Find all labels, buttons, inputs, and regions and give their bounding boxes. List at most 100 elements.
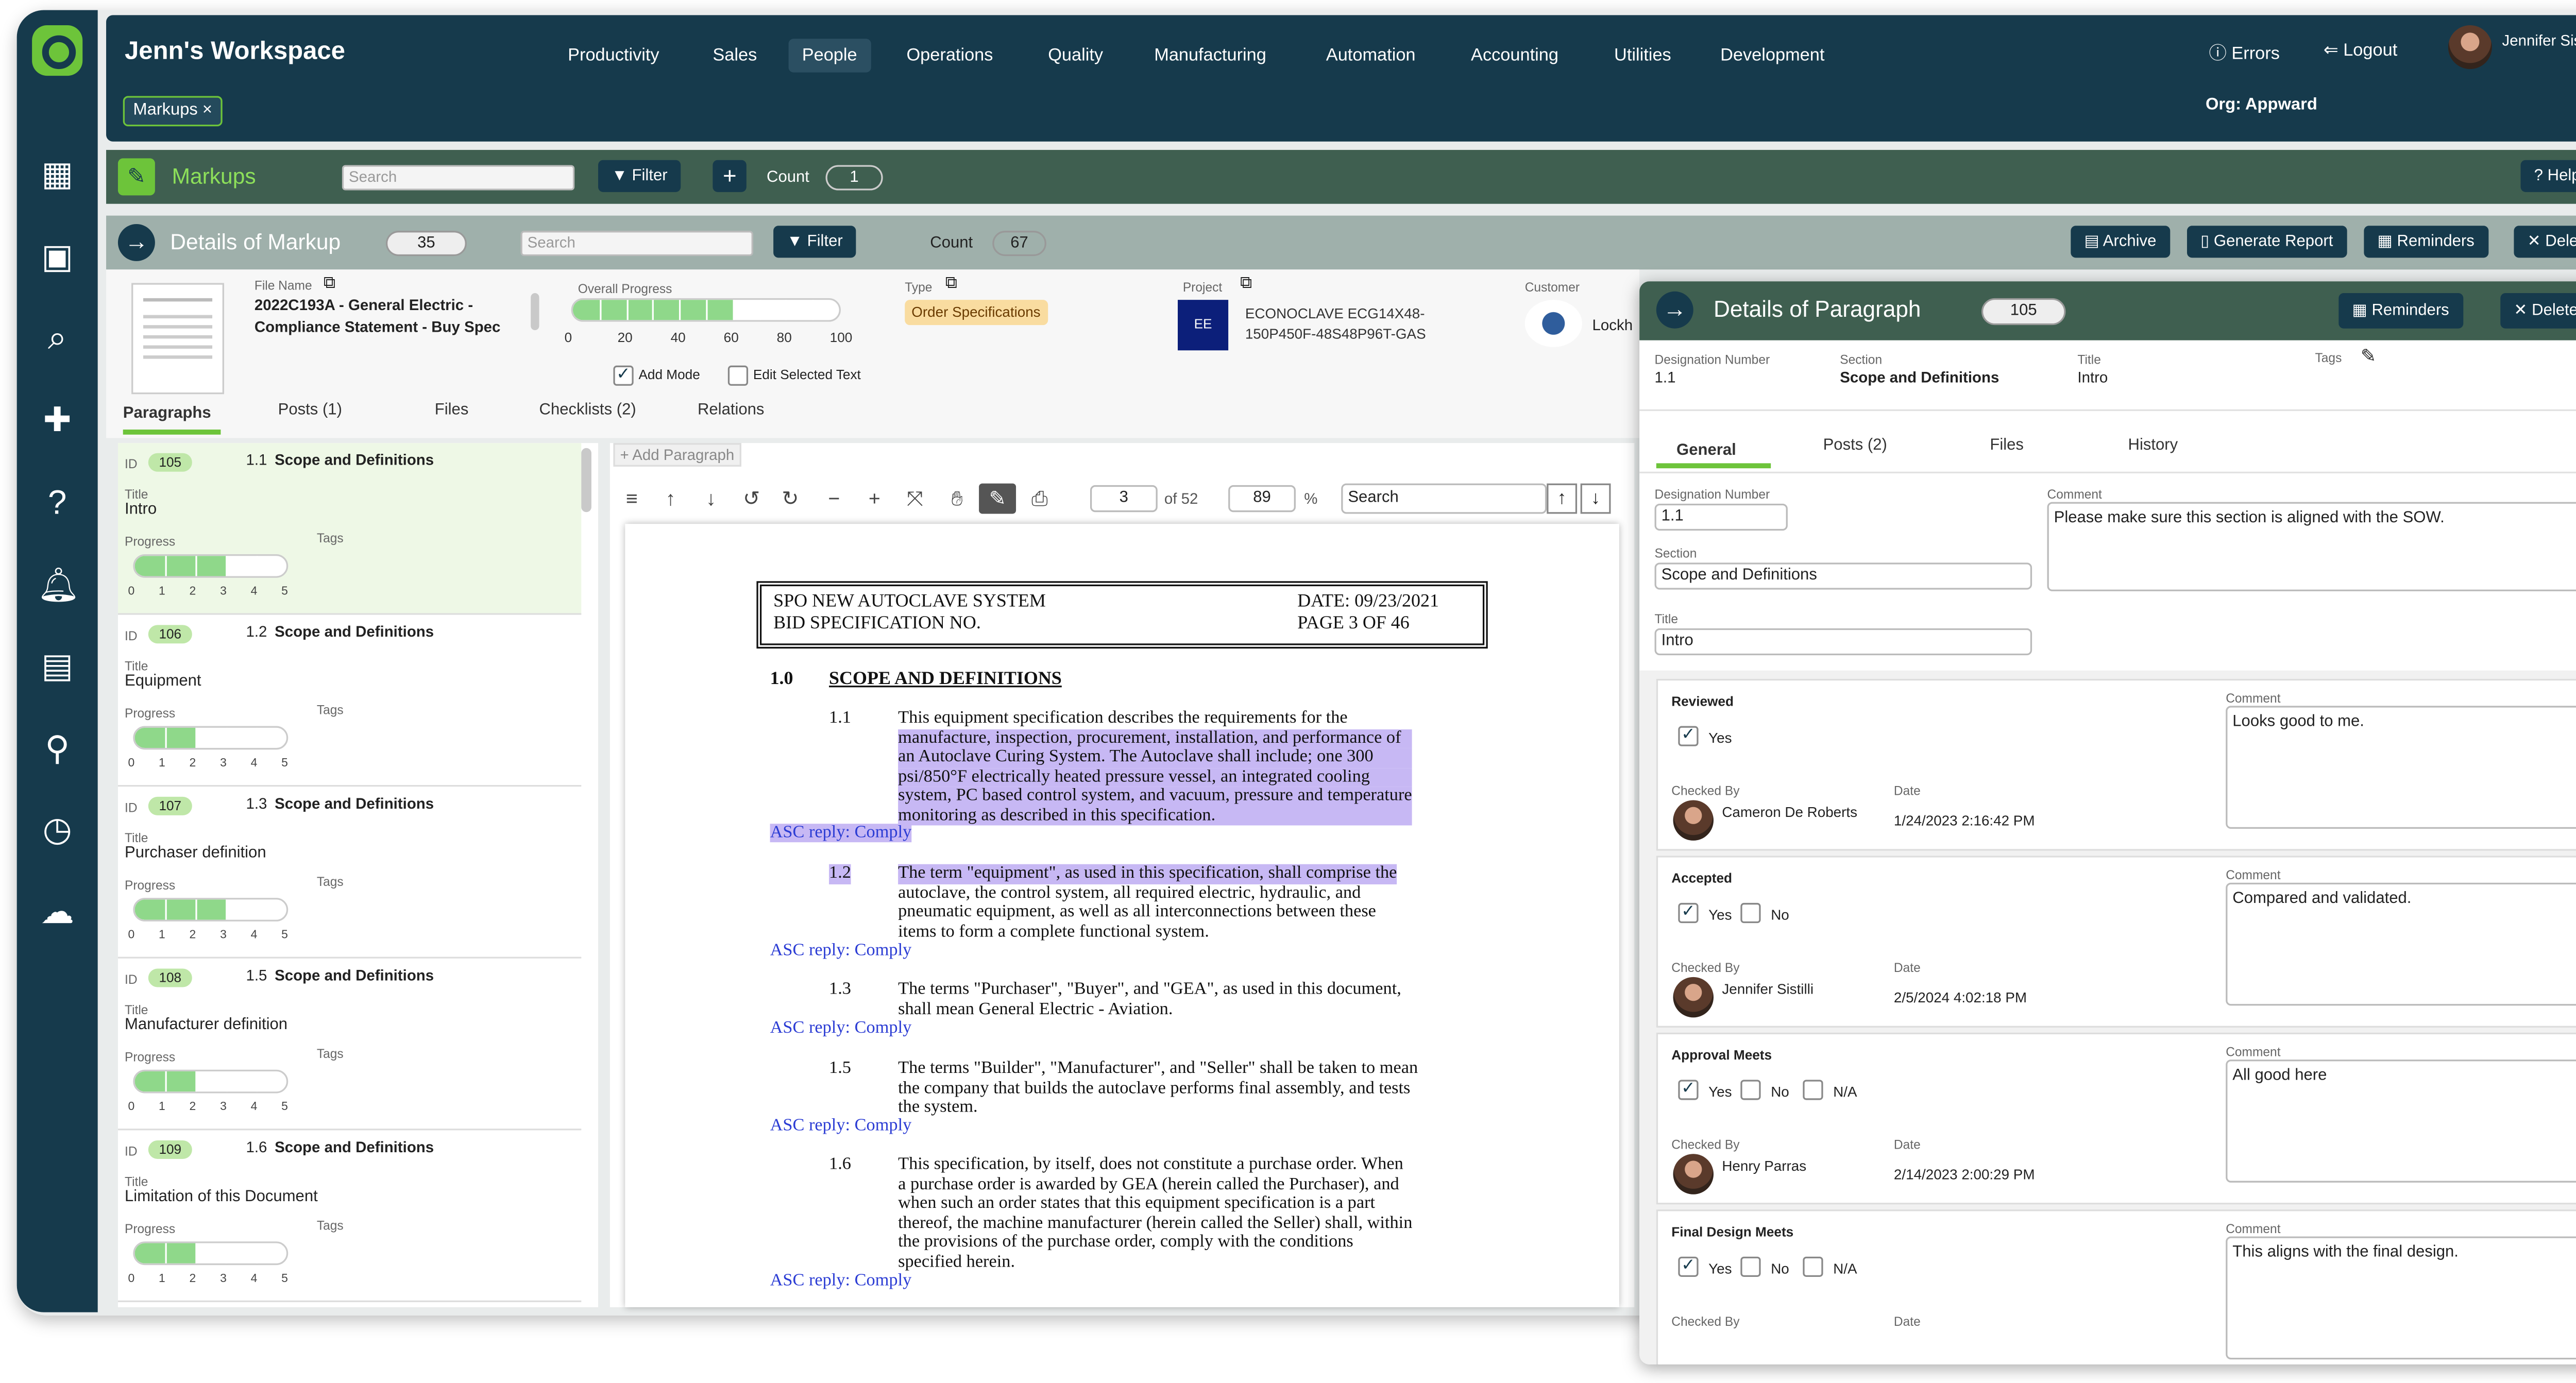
section-field[interactable]: Scope and Definitions (1654, 562, 2032, 590)
plus-icon[interactable]: ✚ (37, 401, 77, 441)
external-link-icon[interactable]: ⧉ (1240, 275, 1252, 293)
markups-add-button[interactable]: + (713, 160, 747, 192)
para-1-3-text[interactable]: The terms "Purchaser", "Buyer", and "GEA… (898, 980, 1401, 1019)
tab-posts[interactable]: Posts (1) (278, 401, 342, 419)
user-avatar[interactable] (2448, 25, 2492, 70)
rotate-right-icon[interactable]: ↻ (772, 484, 809, 514)
app-logo[interactable] (32, 25, 83, 76)
markup-search-input[interactable]: Search (520, 231, 753, 257)
edit-tags-icon[interactable]: ✎ (2361, 345, 2376, 367)
external-link-icon[interactable]: ⧉ (945, 275, 957, 293)
zoom-in-icon[interactable]: + (856, 484, 893, 514)
add-paragraph-button[interactable]: + Add Paragraph (613, 443, 741, 467)
generate-report-button[interactable]: ▯ Generate Report (2187, 226, 2347, 258)
arrow-up-icon[interactable]: ↑ (652, 484, 689, 514)
paragraph-card[interactable]: ID 105 1.1 Scope and Definitions Title Intro P… (117, 443, 582, 615)
check-option-box[interactable] (1803, 1256, 1823, 1277)
tab-general[interactable]: General (1676, 441, 1736, 460)
nav-utilities[interactable]: Utilities (1601, 39, 1685, 72)
check-option-box[interactable]: ✓ (1678, 1256, 1699, 1277)
check-comment-field[interactable]: Compared and validated. (2226, 882, 2576, 1006)
check-comment-field[interactable]: All good here (2226, 1060, 2576, 1183)
tab-paragraphs[interactable]: Paragraphs (123, 404, 211, 423)
check-option-box[interactable] (1740, 1256, 1761, 1277)
desig-field[interactable]: 1.1 (1654, 503, 1788, 531)
nav-productivity[interactable]: Productivity (554, 39, 673, 72)
bell-icon[interactable]: 🔔︎ (37, 566, 80, 606)
nav-quality[interactable]: Quality (1035, 39, 1116, 72)
errors-link[interactable]: ⓘ Errors (2209, 40, 2279, 65)
search-prev-icon[interactable]: ↑ (1547, 483, 1578, 514)
rotate-left-icon[interactable]: ↺ (733, 484, 770, 514)
para-1-6-text[interactable]: This specification, by itself, does not … (898, 1155, 1412, 1272)
open-tab-chip-markups[interactable]: Markups × (123, 96, 223, 127)
search-icon[interactable]: ⌕ (37, 318, 77, 358)
check-option-box[interactable] (1740, 902, 1761, 924)
paragraph-card[interactable]: ID 107 1.3 Scope and Definitions Title Purcha… (117, 787, 582, 959)
document-thumbnail[interactable] (131, 283, 224, 395)
nav-people[interactable]: People (788, 39, 871, 73)
paragraph-delete-button[interactable]: ✕ Delete (2500, 293, 2576, 329)
check-comment-field[interactable]: This aligns with the final design. (2226, 1236, 2576, 1360)
highlighter-icon[interactable]: ✎ (979, 483, 1016, 514)
paragraph-list-scrollbar[interactable] (581, 448, 591, 513)
tab-posts[interactable]: Posts (2) (1823, 436, 1887, 455)
add-mode-checkbox[interactable]: ✓ (613, 365, 634, 386)
paragraph-card[interactable]: ID 108 1.5 Scope and Definitions Title Manufa… (117, 958, 582, 1131)
check-option-box[interactable]: ✓ (1678, 726, 1699, 746)
logout-button[interactable]: ⇐ Logout (2324, 40, 2397, 60)
markup-filter-button[interactable]: ▼ Filter (773, 226, 856, 258)
para-1-1-text[interactable]: This equipment specification describes t… (898, 709, 1412, 826)
reminders-button[interactable]: ▦ Reminders (2364, 226, 2488, 258)
file-name-scrollbar[interactable] (531, 293, 539, 330)
arrow-down-icon[interactable]: ↓ (692, 484, 730, 514)
hand-icon[interactable]: ✋︎ (939, 484, 976, 514)
apps-grid-icon[interactable]: ▦ (37, 155, 77, 195)
clock-icon[interactable]: ◷ (37, 810, 77, 850)
nav-automation[interactable]: Automation (1313, 39, 1429, 72)
tab-history[interactable]: History (2128, 436, 2178, 455)
help-button[interactable]: ? Help (2520, 160, 2576, 192)
check-option-box[interactable]: ✓ (1678, 1080, 1699, 1100)
search-next-icon[interactable]: ↓ (1580, 483, 1611, 514)
para-1-5-text[interactable]: The terms "Builder", "Manufacturer", and… (898, 1060, 1418, 1118)
tab-checklists[interactable]: Checklists (2) (539, 401, 636, 419)
check-comment-field[interactable]: Looks good to me. (2226, 706, 2576, 829)
nav-sales[interactable]: Sales (699, 39, 770, 72)
edit-selected-checkbox[interactable] (727, 365, 749, 386)
nav-manufacturing[interactable]: Manufacturing (1141, 39, 1280, 72)
zoom-input[interactable]: 89 (1228, 485, 1296, 513)
chat-icon[interactable]: ▤ (37, 647, 77, 687)
paragraph-card[interactable]: ID 106 1.2 Scope and Definitions Title Equipm… (117, 614, 582, 787)
nav-development[interactable]: Development (1707, 39, 1838, 72)
archive-button[interactable]: ▤ Archive (2071, 226, 2170, 258)
nav-operations[interactable]: Operations (893, 39, 1006, 72)
nav-accounting[interactable]: Accounting (1458, 39, 1572, 72)
markups-search-input[interactable]: Search (342, 165, 575, 191)
pdf-search-input[interactable]: Search (1341, 483, 1547, 514)
tab-files[interactable]: Files (435, 401, 469, 419)
paragraph-reminders-button[interactable]: ▦ Reminders (2338, 293, 2463, 329)
comment-field[interactable]: Please make sure this section is aligned… (2047, 502, 2576, 591)
print-icon[interactable]: ⎙ (1021, 484, 1058, 514)
markups-filter-button[interactable]: ▼ Filter (598, 160, 681, 192)
dashboard-icon[interactable]: ▣ (37, 237, 77, 278)
cloud-upload-icon[interactable]: ☁ (37, 893, 77, 933)
check-option-box[interactable]: ✓ (1678, 902, 1699, 924)
running-person-icon[interactable]: ⚲ (37, 729, 77, 770)
paragraph-card[interactable]: ID 109 1.6 Scope and Definitions Title Limita… (117, 1130, 582, 1303)
pdf-page[interactable]: SPO NEW AUTOCLAVE SYSTEM BID SPECIFICATI… (625, 524, 1619, 1307)
zoom-out-icon[interactable]: − (816, 484, 853, 514)
external-link-icon[interactable]: ⧉ (324, 275, 335, 293)
fit-page-icon[interactable]: ⤧ (896, 484, 934, 514)
title-field[interactable]: Intro (1654, 628, 2032, 656)
check-option-box[interactable] (1803, 1080, 1823, 1100)
para-1-2-text[interactable]: The term "equipment", as used in this sp… (898, 864, 1397, 942)
page-number-input[interactable]: 3 (1090, 485, 1158, 513)
check-option-box[interactable] (1740, 1080, 1761, 1100)
tab-files[interactable]: Files (1990, 436, 2024, 455)
arrow-right-icon[interactable]: → (1656, 291, 1693, 329)
tab-relations[interactable]: Relations (698, 401, 765, 419)
delete-button[interactable]: ✕ Delete (2514, 226, 2576, 258)
menu-icon[interactable]: ≡ (613, 484, 650, 514)
